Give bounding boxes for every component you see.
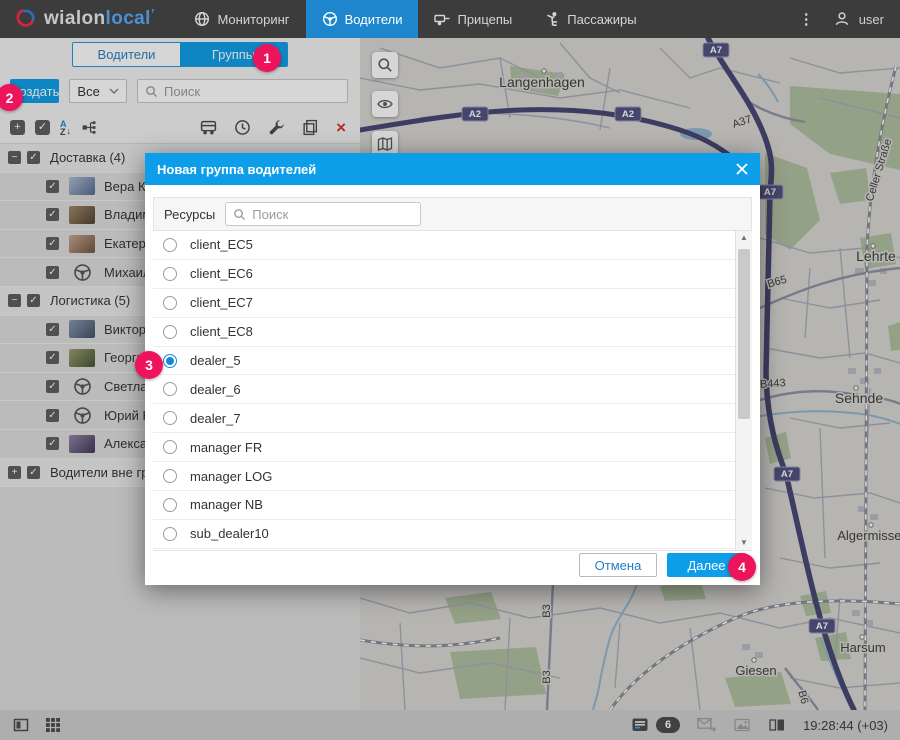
resource-name: dealer_6 — [190, 381, 241, 397]
annotation-step-4: 4 — [728, 553, 756, 581]
logo-accent: ’ — [150, 6, 155, 21]
resources-row: Ресурсы — [153, 197, 752, 231]
scrollbar[interactable]: ▲ ▼ — [735, 231, 752, 550]
close-icon[interactable] — [736, 163, 748, 175]
topbar-right: ⋮ user — [799, 0, 900, 38]
search-icon — [233, 208, 246, 221]
tab-trailers-label: Прицепы — [457, 11, 513, 27]
annotation-step-3: 3 — [135, 351, 163, 379]
resource-option[interactable]: dealer_7 — [153, 404, 735, 434]
resource-option-selected[interactable]: dealer_5 — [153, 347, 735, 376]
resource-name: client_EC5 — [190, 237, 253, 253]
dialog-header: Новая группа водителей — [145, 153, 760, 185]
radio-icon[interactable] — [163, 411, 177, 426]
resource-option[interactable]: manager FR — [153, 433, 735, 463]
user-icon — [834, 11, 850, 27]
overflow-menu-icon[interactable]: ⋮ — [799, 10, 814, 28]
steering-wheel-icon — [322, 11, 338, 27]
tab-drivers[interactable]: Водители — [305, 0, 419, 38]
user-menu[interactable]: user — [834, 11, 884, 27]
radio-icon[interactable] — [163, 324, 177, 339]
cancel-button[interactable]: Отмена — [579, 553, 657, 577]
tab-trailers[interactable]: Прицепы — [418, 0, 528, 38]
radio-icon[interactable] — [163, 295, 177, 310]
resource-option[interactable]: manager NB — [153, 491, 735, 520]
resource-name: manager LOG — [190, 468, 273, 484]
resource-option[interactable]: manager LOG — [153, 462, 735, 492]
logo-text-local: local — [105, 8, 151, 29]
globe-icon — [194, 11, 210, 27]
resource-name: manager NB — [190, 497, 263, 513]
resource-search-input[interactable] — [252, 206, 414, 222]
resource-option[interactable]: dealer_6 — [153, 375, 735, 405]
resource-list: client_EC5 client_EC6 client_EC7 client_… — [153, 231, 752, 551]
resource-name: client_EC7 — [190, 295, 253, 311]
tab-monitoring[interactable]: Мониторинг — [178, 0, 305, 38]
resource-option[interactable]: client_EC5 — [153, 231, 735, 260]
wialon-logo: wialonlocal’ — [0, 0, 178, 38]
radio-icon[interactable] — [163, 382, 177, 397]
scroll-down-icon[interactable]: ▼ — [740, 536, 748, 550]
resource-name: sub_dealer10 — [190, 526, 269, 542]
tab-passengers[interactable]: Пассажиры — [528, 0, 652, 38]
tab-passengers-label: Пассажиры — [567, 11, 637, 27]
radio-icon[interactable] — [163, 497, 177, 512]
scroll-up-icon[interactable]: ▲ — [740, 231, 748, 245]
resource-option[interactable]: sub_dealer10 — [153, 520, 735, 549]
trailer-icon — [434, 11, 450, 27]
dialog-footer: Отмена Далее — [145, 551, 760, 585]
annotation-step-1: 1 — [253, 44, 281, 72]
wialon-swirl-icon — [14, 8, 36, 30]
resource-option[interactable]: client_EC8 — [153, 318, 735, 347]
resource-name: client_EC8 — [190, 324, 253, 340]
topbar: wialonlocal’ Мониторинг Водители Прицепы… — [0, 0, 900, 38]
new-driver-group-dialog: Новая группа водителей Ресурсы client_EC… — [145, 153, 760, 585]
resource-name: client_EC6 — [190, 266, 253, 282]
radio-icon[interactable] — [163, 469, 177, 484]
resource-option[interactable]: client_EC6 — [153, 260, 735, 289]
resource-name: manager FR — [190, 439, 263, 455]
radio-icon[interactable] — [163, 526, 177, 541]
radio-icon[interactable] — [163, 237, 177, 252]
resource-option[interactable]: client_EC7 — [153, 289, 735, 318]
radio-icon[interactable] — [163, 440, 177, 455]
logo-text-wialon: wialon — [44, 8, 106, 29]
radio-selected-icon[interactable] — [163, 353, 177, 368]
dialog-title: Новая группа водителей — [157, 161, 317, 177]
tab-monitoring-label: Мониторинг — [217, 11, 290, 27]
resources-label: Ресурсы — [164, 206, 216, 222]
resource-search — [225, 202, 422, 226]
passenger-icon — [544, 11, 560, 27]
radio-icon[interactable] — [163, 266, 177, 281]
scrollbar-thumb[interactable] — [738, 249, 750, 419]
main-nav: Мониторинг Водители Прицепы Пассажиры — [178, 0, 652, 38]
resource-name: dealer_7 — [190, 410, 241, 426]
resource-name: dealer_5 — [190, 353, 241, 368]
tab-drivers-label: Водители — [344, 11, 403, 27]
user-name: user — [858, 11, 884, 27]
